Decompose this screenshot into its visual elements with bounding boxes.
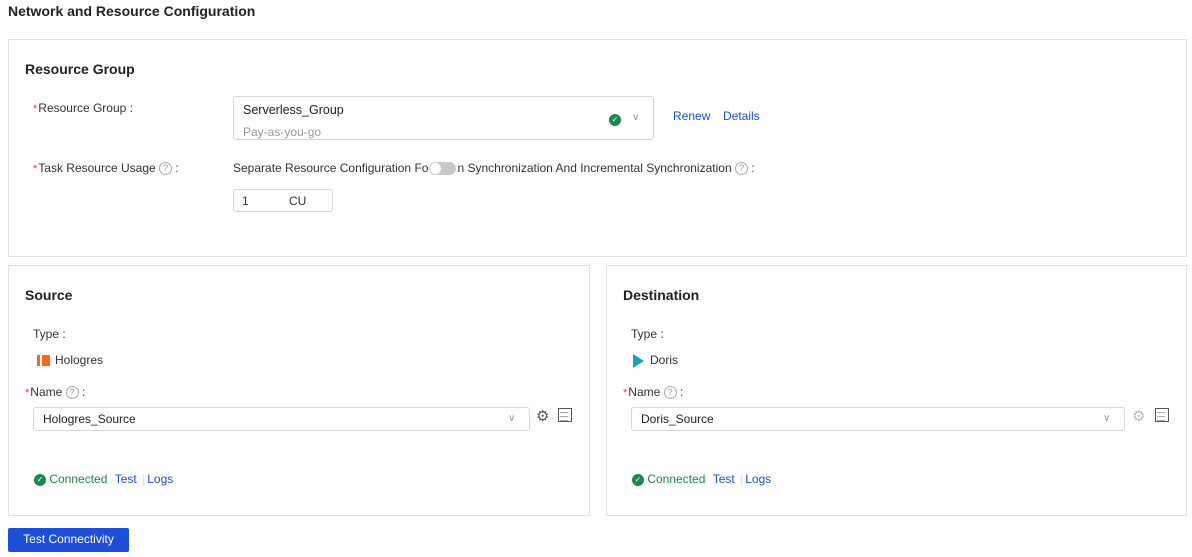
page-title: Network and Resource Configuration bbox=[8, 3, 256, 19]
destination-name-value: Doris_Source bbox=[641, 412, 714, 426]
destination-type-value: Doris bbox=[650, 353, 679, 367]
check-circle-icon: ✓ bbox=[632, 473, 644, 486]
destination-name-select[interactable]: Doris_Source ∨ bbox=[631, 407, 1125, 431]
cu-input[interactable]: 1 CU bbox=[233, 189, 333, 212]
help-icon[interactable]: ? bbox=[734, 162, 748, 176]
cu-value: 1 bbox=[242, 194, 249, 208]
help-icon[interactable]: ? bbox=[663, 386, 677, 400]
resource-group-value: Serverless_Group bbox=[243, 103, 344, 117]
label-text: Type bbox=[33, 327, 60, 341]
colon: : bbox=[751, 161, 755, 175]
log-list-icon[interactable]: ― ― ― bbox=[558, 408, 572, 425]
help-icon[interactable]: ? bbox=[65, 386, 79, 400]
destination-type: Doris bbox=[633, 353, 678, 368]
label-text: Name bbox=[30, 385, 63, 399]
task-resource-usage-label: *Task Resource Usage ? : bbox=[33, 161, 179, 176]
source-type-value: Hologres bbox=[55, 353, 104, 367]
resource-group-panel: Resource Group *Resource Group : Serverl… bbox=[8, 39, 1187, 257]
separate-config-text-rest: n Synchronization And Incremental Synchr… bbox=[457, 161, 732, 175]
hologres-icon bbox=[37, 355, 50, 367]
logs-link[interactable]: Logs bbox=[745, 472, 771, 486]
destination-panel: Destination Type : Doris *Name ? : Doris… bbox=[606, 265, 1187, 516]
source-panel: Source Type : Hologres *Name ? : Hologre… bbox=[8, 265, 590, 516]
separate-config-toggle[interactable] bbox=[429, 162, 457, 176]
check-circle-icon: ✓ bbox=[34, 473, 46, 486]
destination-connection-status: ✓ Connected Test | Logs bbox=[632, 472, 771, 486]
status-text: Connected bbox=[647, 472, 706, 486]
help-icon[interactable]: ? bbox=[159, 162, 173, 176]
logs-link[interactable]: Logs bbox=[147, 472, 173, 486]
label-text: Name bbox=[628, 385, 661, 399]
test-link[interactable]: Test bbox=[115, 472, 137, 486]
details-link[interactable]: Details bbox=[723, 109, 760, 123]
test-connectivity-button[interactable]: Test Connectivity bbox=[8, 528, 129, 552]
settings-gear-icon[interactable]: ⚙ bbox=[536, 407, 549, 425]
chevron-down-icon: ∨ bbox=[632, 112, 640, 123]
destination-heading: Destination bbox=[623, 287, 700, 303]
resource-group-heading: Resource Group bbox=[25, 61, 135, 77]
chevron-down-icon: ∨ bbox=[1103, 413, 1111, 424]
source-type-label: Type : bbox=[33, 327, 66, 341]
label-text: Type bbox=[631, 327, 658, 341]
separate-config-text: Separate Resource Configuration Fo bbox=[233, 161, 429, 175]
source-name-value: Hologres_Source bbox=[43, 412, 136, 426]
settings-gear-icon[interactable]: ⚙ bbox=[1132, 407, 1145, 425]
status-text: Connected bbox=[49, 472, 108, 486]
doris-icon bbox=[633, 353, 644, 368]
resource-group-label: *Resource Group : bbox=[33, 101, 133, 115]
log-list-icon[interactable]: ― ― ― bbox=[1155, 408, 1169, 425]
label-text: Resource Group bbox=[38, 101, 127, 115]
destination-name-label: *Name ? : bbox=[623, 385, 684, 400]
renew-link[interactable]: Renew bbox=[673, 109, 710, 123]
resource-group-select[interactable]: Serverless_Group Pay-as-you-go ✓ ∨ bbox=[233, 96, 654, 140]
test-link[interactable]: Test bbox=[713, 472, 735, 486]
source-name-select[interactable]: Hologres_Source ∨ bbox=[33, 407, 530, 431]
chevron-down-icon: ∨ bbox=[508, 413, 516, 424]
resource-group-billing: Pay-as-you-go bbox=[243, 125, 322, 139]
destination-type-label: Type : bbox=[631, 327, 664, 341]
check-circle-icon: ✓ bbox=[609, 114, 621, 126]
source-heading: Source bbox=[25, 287, 73, 303]
label-text: Task Resource Usage bbox=[38, 161, 156, 175]
source-type: Hologres bbox=[37, 353, 103, 367]
cu-unit: CU bbox=[289, 194, 307, 208]
source-connection-status: ✓ Connected Test | Logs bbox=[34, 472, 173, 486]
separate-config-row: Separate Resource Configuration Fo n Sync… bbox=[233, 161, 755, 176]
source-name-label: *Name ? : bbox=[25, 385, 86, 400]
